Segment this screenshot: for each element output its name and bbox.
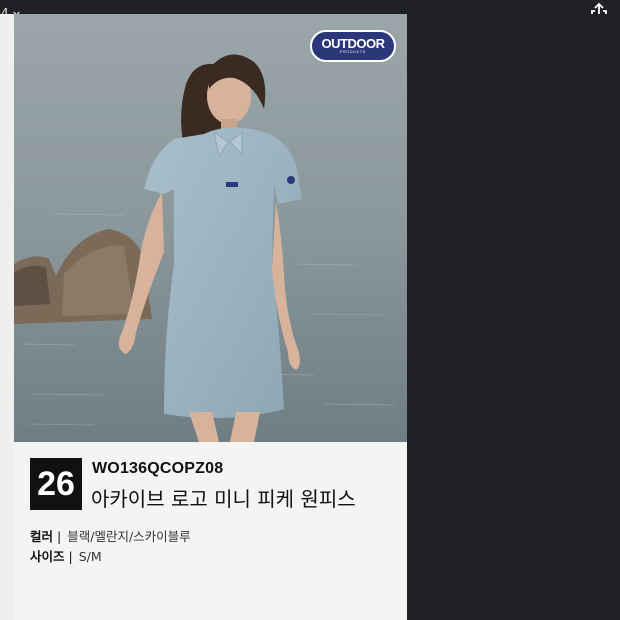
size-separator: | bbox=[68, 549, 73, 564]
previous-page-edge[interactable] bbox=[0, 14, 14, 620]
brand-name: OUTDOOR bbox=[321, 36, 385, 51]
model-photo-illustration bbox=[14, 14, 407, 442]
catalog-page: OUTDOOR PRODUCTS 26 WO136QCOPZ08 아카이브 로고… bbox=[14, 14, 407, 620]
viewer-empty-area bbox=[407, 14, 620, 620]
size-label: 사이즈 bbox=[30, 549, 65, 564]
sleeve-logo bbox=[287, 176, 295, 184]
color-spec-row: 컬러 | 블랙/멜란지/스카이블루 bbox=[30, 526, 191, 545]
viewer-top-bar bbox=[0, 0, 620, 14]
product-photo: OUTDOOR PRODUCTS bbox=[14, 14, 407, 442]
color-value: 블랙/멜란지/스카이블루 bbox=[67, 529, 191, 544]
product-code: WO136QCOPZ08 bbox=[92, 460, 224, 477]
color-label: 컬러 bbox=[30, 529, 54, 544]
product-title: 아카이브 로고 미니 피케 원피스 bbox=[91, 487, 356, 511]
brand-subtitle: PRODUCTS bbox=[339, 50, 367, 54]
outdoor-brand-logo: OUTDOOR PRODUCTS bbox=[310, 30, 396, 62]
size-value: S/M bbox=[78, 549, 102, 564]
color-separator: | bbox=[57, 529, 62, 544]
size-spec-row: 사이즈 | S/M bbox=[30, 546, 102, 565]
chest-logo bbox=[226, 182, 238, 187]
product-number-badge: 26 bbox=[30, 458, 82, 510]
